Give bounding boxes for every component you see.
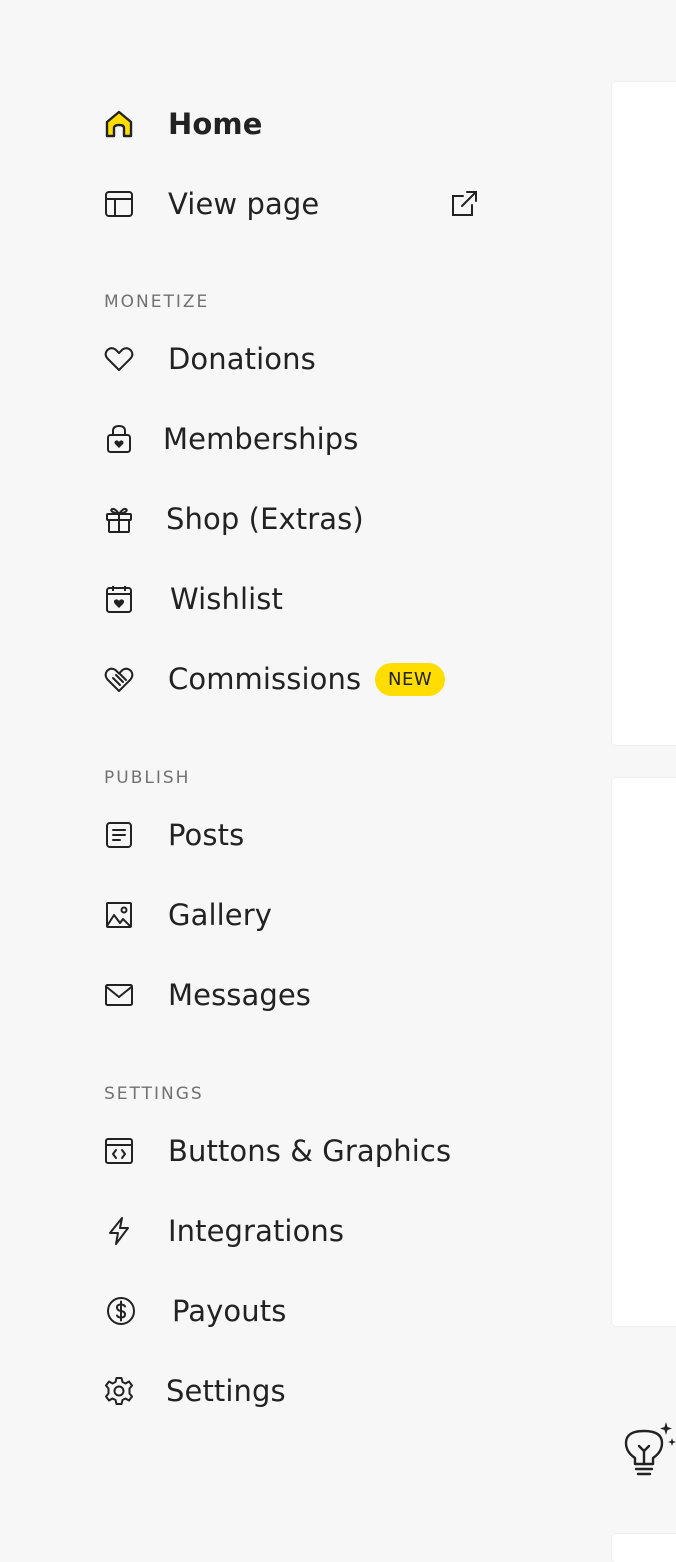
nav-item-gallery[interactable]: Gallery <box>103 893 323 937</box>
nav-item-settings-label: Settings <box>166 1374 286 1408</box>
layout-icon <box>103 188 135 220</box>
nav-item-shop-label: Shop (Extras) <box>166 502 364 536</box>
mail-icon <box>103 979 135 1011</box>
sidebar-nav: Home View page MONETIZE Donations Member… <box>0 0 600 1562</box>
nav-item-commissions[interactable]: Commissions NEW <box>103 657 463 701</box>
section-header-publish: PUBLISH <box>104 768 191 788</box>
nav-item-posts-label: Posts <box>168 818 245 852</box>
nav-item-settings[interactable]: Settings <box>103 1369 323 1413</box>
nav-item-integrations[interactable]: Integrations <box>103 1209 383 1253</box>
heart-icon <box>103 343 135 375</box>
nav-item-payouts-label: Payouts <box>172 1294 287 1328</box>
document-icon <box>103 819 135 851</box>
nav-item-home[interactable]: Home <box>103 102 303 146</box>
nav-item-view-page-label: View page <box>168 187 320 221</box>
code-window-icon <box>103 1135 135 1167</box>
nav-item-memberships-label: Memberships <box>163 422 359 456</box>
external-link-icon[interactable] <box>448 188 480 220</box>
lightbulb-sparkle-icon[interactable] <box>620 1418 676 1482</box>
nav-item-buttons-graphics-label: Buttons & Graphics <box>168 1134 452 1168</box>
nav-item-commissions-label: Commissions <box>168 662 362 696</box>
content-card <box>612 1534 676 1562</box>
nav-item-buttons-graphics[interactable]: Buttons & Graphics <box>103 1129 483 1173</box>
nav-item-payouts[interactable]: Payouts <box>103 1289 323 1333</box>
nav-item-wishlist-label: Wishlist <box>170 582 283 616</box>
section-header-monetize: MONETIZE <box>104 292 210 312</box>
image-icon <box>103 899 135 931</box>
nav-item-shop[interactable]: Shop (Extras) <box>103 497 383 541</box>
gear-icon <box>103 1375 135 1407</box>
nav-item-wishlist[interactable]: Wishlist <box>103 577 323 621</box>
nav-item-home-label: Home <box>168 107 263 141</box>
nav-item-view-page[interactable]: View page <box>103 182 483 226</box>
nav-item-donations-label: Donations <box>168 342 316 376</box>
lightning-icon <box>103 1215 135 1247</box>
content-card <box>612 778 676 1326</box>
nav-item-gallery-label: Gallery <box>168 898 272 932</box>
nav-item-messages-label: Messages <box>168 978 312 1012</box>
section-header-settings: SETTINGS <box>104 1084 204 1104</box>
dollar-circle-icon <box>103 1295 135 1327</box>
calendar-heart-icon <box>103 583 135 615</box>
nav-item-messages[interactable]: Messages <box>103 973 363 1017</box>
content-card <box>612 82 676 745</box>
nav-item-donations[interactable]: Donations <box>103 337 363 381</box>
nav-item-memberships[interactable]: Memberships <box>103 417 383 461</box>
nav-item-integrations-label: Integrations <box>168 1214 345 1248</box>
gift-icon <box>103 503 135 535</box>
new-badge: NEW <box>375 663 446 696</box>
nav-item-posts[interactable]: Posts <box>103 813 303 857</box>
home-icon <box>103 108 135 140</box>
handshake-heart-icon <box>103 663 135 695</box>
lock-heart-icon <box>103 423 135 455</box>
